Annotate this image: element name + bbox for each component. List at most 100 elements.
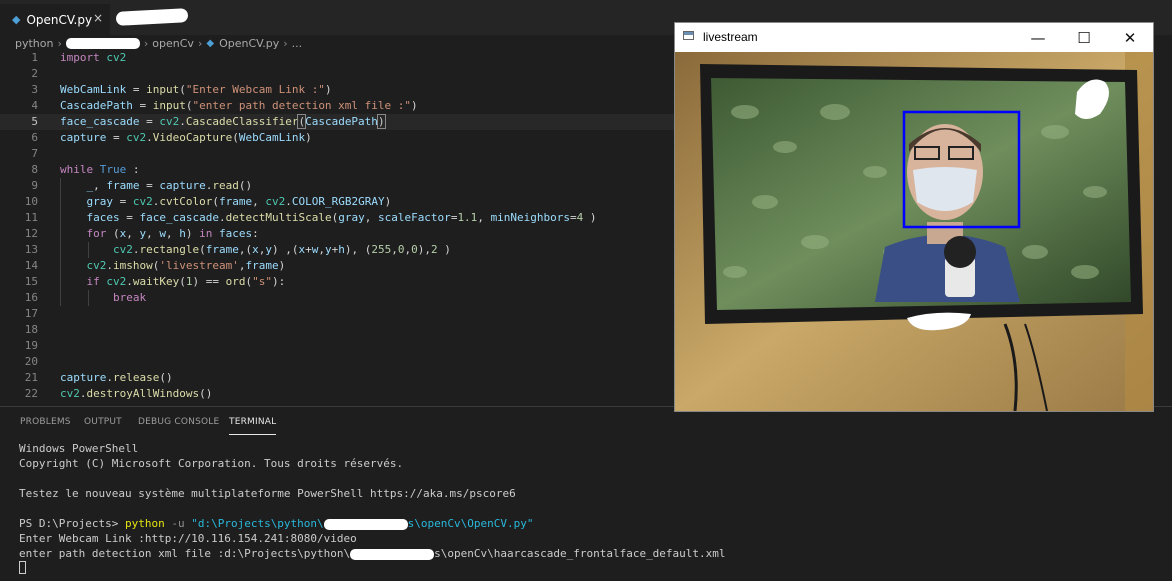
code-line[interactable]: 2 [0,66,680,82]
line-number: 21 [24,371,38,384]
tab-opencv-py[interactable]: ◆ OpenCV.py × [0,4,110,35]
code-line[interactable]: 14 cv2.imshow('livestream',frame) [0,258,680,274]
code-text: capture.release() [60,370,173,386]
code-token: h [179,227,186,240]
code-line[interactable]: 4 CascadePath = input("enter path detecti… [0,98,680,114]
terminal-command-line: PS D:\Projects> python -u "d:\Projects\p… [19,516,534,531]
line-number: 13 [24,243,38,256]
close-tab-icon[interactable]: × [93,11,103,25]
line-number: 20 [24,355,38,368]
code-text: for (x, y, w, h) in faces: [60,226,259,242]
code-token: = [139,179,160,192]
tab-debug-console[interactable]: DEBUG CONSOLE [138,417,219,427]
code-token: ), ( [344,243,372,256]
code-token: CascadeClassifier [185,115,299,128]
code-line[interactable]: 22 cv2.destroyAllWindows() [0,386,680,402]
minimize-button[interactable]: — [1015,23,1061,52]
code-line[interactable]: 7 [0,146,680,162]
line-number: 11 [24,211,38,224]
code-token: in [199,227,213,240]
tab-output[interactable]: OUTPUT [84,417,122,427]
chevron-right-icon: › [143,36,149,50]
code-token: cv2 [132,195,153,208]
code-token: ) [437,243,451,256]
terminal-line: Testez le nouveau système multiplateform… [19,487,516,500]
code-token: 'livestream' [159,259,239,272]
code-token: release [112,371,160,384]
code-token: ) [305,131,312,144]
tab-problems[interactable]: PROBLEMS [20,417,71,427]
line-number: 9 [31,179,38,192]
code-line[interactable]: 9 _, frame = capture.read() [0,178,680,194]
code-token: cv2 [106,275,127,288]
code-token: face_cascade [139,211,219,224]
breadcrumb-item[interactable]: OpenCV.py [219,37,279,50]
code-line[interactable]: 20 [0,354,680,370]
code-line[interactable]: 15 if cv2.waitKey(1) == ord("s"): [0,274,680,290]
window-titlebar[interactable]: livestream — ☐ ✕ [675,23,1153,52]
code-token: , [318,243,325,256]
line-number: 15 [24,275,38,288]
code-token: = [139,115,160,128]
redaction-mark [350,548,435,560]
code-token: ( [106,227,120,240]
code-token: y [324,243,332,256]
code-token: frame [245,259,279,272]
code-line[interactable]: 19 [0,338,680,354]
code-token: CascadePath [305,115,378,128]
code-token: waitKey [132,275,180,288]
line-number: 18 [24,323,38,336]
code-token: destroyAllWindows [86,387,200,400]
code-token: . [218,211,226,224]
code-token: () [199,387,213,400]
code-token: 0 [411,243,418,256]
code-token: cv2 [159,115,180,128]
code-token: . [106,259,113,272]
code-line[interactable]: 18 [0,322,680,338]
code-line[interactable]: 8 while True : [0,162,680,178]
code-line[interactable]: 6 capture = cv2.VideoCapture(WebCamLink) [0,130,680,146]
code-text: CascadePath = input("enter path detectio… [60,98,418,114]
code-line[interactable]: 5 face_cascade = cv2.CascadeClassifier(Ca… [0,114,680,130]
code-line[interactable]: 17 [0,306,680,322]
livestream-window[interactable]: livestream — ☐ ✕ [674,22,1154,412]
line-number: 16 [24,291,38,304]
code-token: cv2 [106,51,127,64]
code-text: WebCamLink = input("Enter Webcam Link :"… [60,82,332,98]
python-file-icon: ◆ [206,37,215,49]
code-token: gray [338,211,365,224]
video-frame [675,52,1153,411]
code-line[interactable]: 11 faces = face_cascade.detectMultiScale… [0,210,680,226]
line-number: 17 [24,307,38,320]
code-line[interactable]: 21 capture.release() [0,370,680,386]
close-window-button[interactable]: ✕ [1107,23,1153,52]
code-token: () [159,371,173,384]
code-token: , [252,195,266,208]
line-number: 5 [31,115,38,128]
code-line[interactable]: 3 WebCamLink = input("Enter Webcam Link :… [0,82,680,98]
breadcrumb-item[interactable]: python [15,37,53,50]
terminal-prompt: PS D:\Projects> [19,517,125,530]
code-token: read [212,179,239,192]
maximize-button[interactable]: ☐ [1061,23,1107,52]
code-line[interactable]: 16 break [0,290,680,306]
window-title: livestream [703,30,758,44]
code-token: : [126,163,140,176]
code-token: = [106,131,127,144]
code-text: gray = cv2.cvtColor(frame, cv2.COLOR_RGB… [60,194,392,210]
code-line[interactable]: 10 gray = cv2.cvtColor(frame, cv2.COLOR_… [0,194,680,210]
code-token: WebCamLink [238,131,306,144]
code-token: , [166,227,180,240]
breadcrumb-item[interactable]: openCv [152,37,194,50]
code-line[interactable]: 13 cv2.rectangle(frame,(x,y) ,(x+w,y+h),… [0,242,680,258]
code-line[interactable]: 1 import cv2 [0,50,680,66]
breadcrumb-item[interactable]: ... [292,37,303,50]
code-line[interactable]: 12 for (x, y, w, h) in faces: [0,226,680,242]
code-token: , [146,227,160,240]
video-frame-image [675,52,1153,411]
code-token: break [112,291,147,304]
tab-terminal[interactable]: TERMINAL [229,417,277,435]
code-token: x [252,243,259,256]
